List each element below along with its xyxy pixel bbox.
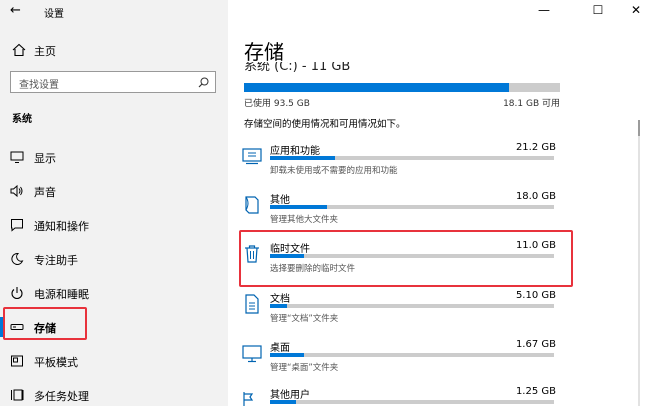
category-documents[interactable]: 文档 5.10 GB 管理“文档”文件夹 xyxy=(240,286,570,330)
window-controls: — ☐ ✕ xyxy=(520,0,650,22)
category-size: 1.25 GB xyxy=(515,386,556,397)
home-label: 主页 xyxy=(34,45,56,58)
category-bar-fill xyxy=(270,205,327,209)
sidebar-item-power[interactable]: 电源和睡眠 xyxy=(0,278,228,308)
category-bar xyxy=(270,205,554,209)
category-apps[interactable]: 应用和功能 21.2 GB 卸载未使用或不需要的应用和功能 xyxy=(240,138,570,182)
usage-bar xyxy=(244,83,560,92)
users-icon xyxy=(243,392,254,406)
category-name: 桌面 xyxy=(270,343,290,354)
category-bar xyxy=(270,156,554,160)
tablet-icon xyxy=(11,355,23,367)
category-size: 1.67 GB xyxy=(515,339,556,350)
free-space-label: 18.1 GB 可用 xyxy=(503,99,560,109)
close-icon[interactable]: ✕ xyxy=(628,2,644,18)
page-title: 存储 xyxy=(244,40,284,64)
category-bar-fill xyxy=(270,353,305,357)
drive-label: 系统 (C:) - 11 GB xyxy=(244,62,351,74)
category-desc: 管理其他大文件夹 xyxy=(270,215,339,225)
category-bar xyxy=(270,304,554,308)
category-other-users[interactable]: 其他用户 1.25 GB xyxy=(240,382,570,406)
category-name: 其他 xyxy=(270,195,290,206)
category-desktop[interactable]: 桌面 1.67 GB 管理“桌面”文件夹 xyxy=(240,335,570,379)
sidebar-item-multitasking[interactable]: 多任务处理 xyxy=(0,380,228,406)
category-name: 应用和功能 xyxy=(270,146,320,157)
maximize-icon[interactable]: ☐ xyxy=(590,2,606,18)
usage-description: 存储空间的使用情况和可用情况如下。 xyxy=(244,119,406,130)
power-icon xyxy=(11,287,23,300)
category-name: 其他用户 xyxy=(270,390,310,401)
category-bar xyxy=(270,400,554,404)
usage-bar-fill xyxy=(244,83,510,92)
home-link[interactable]: 主页 xyxy=(0,40,228,60)
sidebar-item-label: 多任务处理 xyxy=(34,390,89,403)
category-name: 文档 xyxy=(270,294,290,305)
display-icon xyxy=(10,151,24,163)
category-desc: 管理“桌面”文件夹 xyxy=(270,363,339,373)
minimize-icon[interactable]: — xyxy=(536,2,552,18)
main-content: — ☐ ✕ 存储 系统 (C:) - 11 GB 已使用 93.5 GB 18.… xyxy=(228,0,650,406)
sidebar: ← 设置 主页 查找设置 系统 显示 声音 通知和操作 专注助手 电源和睡眠 存… xyxy=(0,0,228,406)
category-bar xyxy=(270,353,554,357)
sidebar-item-label: 平板模式 xyxy=(34,356,78,369)
sidebar-item-display[interactable]: 显示 xyxy=(0,142,228,172)
sidebar-item-sound[interactable]: 声音 xyxy=(0,176,228,206)
section-title: 系统 xyxy=(12,114,32,125)
sidebar-item-tablet-mode[interactable]: 平板模式 xyxy=(0,346,228,376)
category-desc: 卸载未使用或不需要的应用和功能 xyxy=(270,166,398,176)
scrollbar-thumb[interactable] xyxy=(638,120,640,136)
sidebar-item-label: 显示 xyxy=(34,152,56,165)
sound-icon xyxy=(10,184,23,198)
search-input[interactable]: 查找设置 xyxy=(10,71,216,93)
app-title: 设置 xyxy=(44,9,64,20)
highlight-box-storage xyxy=(3,307,87,340)
sidebar-item-label: 电源和睡眠 xyxy=(34,288,89,301)
scrollbar-track[interactable] xyxy=(638,120,640,406)
back-arrow-icon[interactable]: ← xyxy=(10,3,26,19)
sidebar-item-notifications[interactable]: 通知和操作 xyxy=(0,210,228,240)
multitask-icon xyxy=(11,389,24,401)
category-bar-fill xyxy=(270,304,288,308)
used-space-label: 已使用 93.5 GB xyxy=(244,99,310,109)
category-other[interactable]: 其他 18.0 GB 管理其他大文件夹 xyxy=(240,187,570,231)
notification-icon xyxy=(11,219,23,232)
sidebar-item-label: 声音 xyxy=(34,186,56,199)
category-size: 5.10 GB xyxy=(515,290,556,301)
titlebar: ← 设置 xyxy=(0,0,228,22)
other-icon xyxy=(245,196,259,214)
sidebar-item-label: 专注助手 xyxy=(34,254,78,267)
highlight-box-temp-files xyxy=(239,230,573,287)
home-icon xyxy=(12,43,26,57)
sidebar-item-focus-assist[interactable]: 专注助手 xyxy=(0,244,228,274)
moon-icon xyxy=(11,252,24,265)
documents-icon xyxy=(245,294,259,314)
search-placeholder: 查找设置 xyxy=(19,80,59,91)
category-desc: 管理“文档”文件夹 xyxy=(270,314,339,324)
category-size: 18.0 GB xyxy=(515,191,556,202)
category-size: 21.2 GB xyxy=(515,142,556,153)
search-icon[interactable] xyxy=(198,77,209,88)
drive-label-container: 系统 (C:) - 11 GB xyxy=(244,62,544,74)
apps-icon xyxy=(242,148,262,165)
category-bar-fill xyxy=(270,400,296,404)
category-bar-fill xyxy=(270,156,336,160)
desktop-icon xyxy=(242,345,262,363)
sidebar-item-label: 通知和操作 xyxy=(34,220,89,233)
